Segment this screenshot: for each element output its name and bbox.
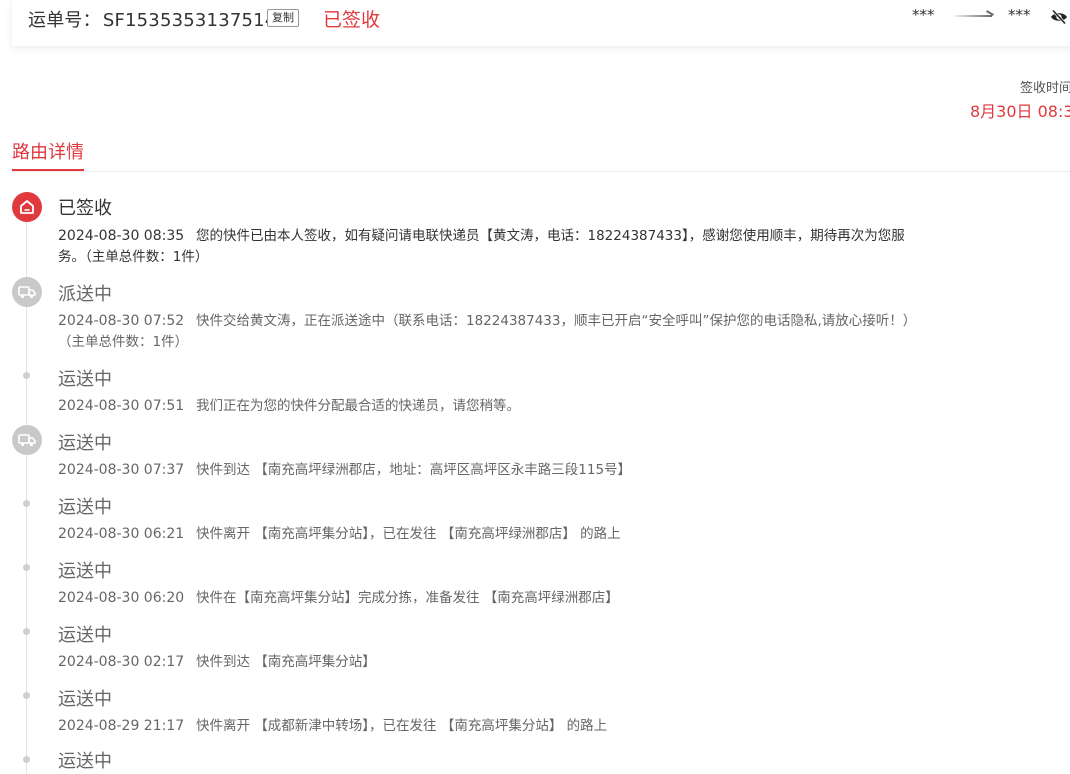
event-description: 快件交给黄文涛，正在派送途中（联系电话：18224387433，顺丰已开启“安全…	[58, 313, 917, 350]
waybill-header-card: 运单号： SF1535353137514 复制 已签收 *** ***	[12, 0, 1070, 46]
waybill-number: 运单号： SF1535353137514	[28, 6, 276, 32]
timeline-dot	[23, 756, 30, 763]
event-status: 运送中	[58, 625, 112, 646]
sign-time-value: 8月30日 08:35	[970, 102, 1070, 121]
route-arrow-icon	[954, 15, 992, 17]
event-status: 运送中	[58, 369, 112, 390]
event-description: 快件离开 【南充高坪集分站】，已在发往 【南充高坪绿洲郡店】 的路上	[196, 526, 621, 542]
tab-divider	[12, 171, 1070, 172]
event-status: 派送中	[58, 284, 112, 305]
event-status: 运送中	[58, 433, 112, 454]
event-description: 快件在【南充高坪集分站】完成分拣，准备发往 【南充高坪绿洲郡店】	[196, 590, 619, 606]
sign-time-label: 签收时间	[1020, 81, 1070, 96]
route-origin: ***	[912, 6, 935, 24]
timeline-dot	[23, 628, 30, 635]
event-description: 快件到达 【南充高坪绿洲郡店，地址：高坪区高坪区永丰路三段115号】	[196, 462, 632, 478]
event-status: 运送中	[58, 497, 112, 518]
truck-icon	[12, 277, 42, 307]
tab-route-details[interactable]: 路由详情	[12, 138, 84, 164]
home-icon	[12, 192, 42, 222]
waybill-number-value: SF1535353137514	[102, 10, 277, 31]
timeline-dot	[23, 564, 30, 571]
event-description: 您的快件已由本人签收，如有疑问请电联快递员【黄文涛，电话：18224387433…	[58, 228, 905, 265]
event-status: 运送中	[58, 561, 112, 582]
route-destination: ***	[1008, 6, 1031, 24]
event-status: 运送中	[58, 689, 112, 710]
waybill-label: 运单号：	[28, 10, 101, 31]
event-description: 快件到达 【南充高坪集分站】	[196, 654, 376, 670]
event-description: 快件离开 【成都新津中转场】，已在发往 【南充高坪集分站】 的路上	[196, 718, 608, 734]
timeline-dot	[23, 500, 30, 507]
eye-hidden-icon[interactable]	[1050, 9, 1068, 25]
timeline-dot	[23, 692, 30, 699]
event-description: 我们正在为您的快件分配最合适的快递员，请您稍等。	[196, 398, 520, 414]
event-status: 运送中	[58, 751, 112, 772]
delivery-status: 已签收	[323, 9, 381, 31]
copy-button[interactable]: 复制	[267, 9, 299, 27]
event-status: 已签收	[58, 198, 112, 219]
timeline-dot	[23, 372, 30, 379]
truck-icon	[12, 425, 42, 455]
